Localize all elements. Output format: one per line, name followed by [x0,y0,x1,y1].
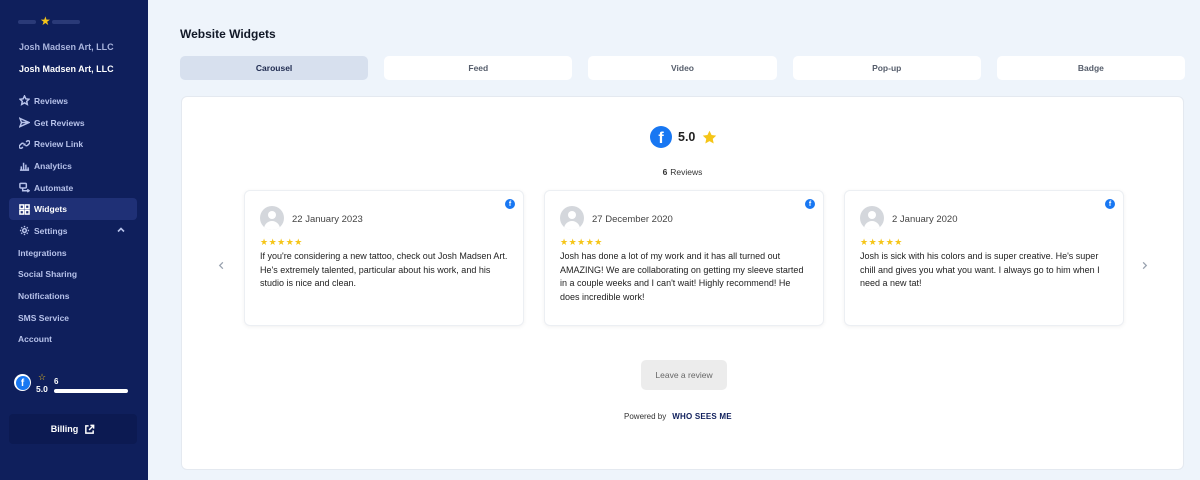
carousel-next-button[interactable] [1140,257,1150,270]
rating-summary: f 5.0 [650,126,718,148]
widgets-icon [18,203,30,215]
brand-logo[interactable]: WHO SEES ME [672,412,732,421]
sidebar-item-label: Reviews [34,95,69,106]
org-name-secondary[interactable]: Josh Madsen Art, LLC [19,42,114,52]
tab-badge[interactable]: Badge [996,56,1186,80]
review-stars: ★★★★★ [560,237,603,247]
facebook-icon: f [805,199,815,209]
sidebar-item-integrations[interactable]: Integrations [9,242,137,264]
powered-by: Powered by WHO SEES ME [624,412,732,421]
send-icon [18,117,30,129]
star-icon [18,95,30,107]
avatar [860,206,884,230]
rating-progress-bar [54,389,128,393]
chevron-up-icon[interactable] [117,226,125,234]
sidebar-item-label: Social Sharing [18,269,78,280]
sidebar-nav: Reviews Get Reviews Review Link Analytic… [9,90,137,350]
automate-icon [18,182,30,194]
tab-feed[interactable]: Feed [384,56,573,80]
rating-score: 5.0 [678,130,696,144]
sidebar-item-account[interactable]: Account [9,329,137,351]
billing-label: Billing [50,424,79,434]
sidebar-item-label: Settings [34,225,68,236]
facebook-icon: f [650,126,672,148]
logo-star-icon: ★ [40,14,51,28]
review-date: 2 January 2020 [892,214,958,225]
widget-preview-panel: f 5.0 6 Reviews 22 January 2023 f ★★★★★ I… [181,96,1184,470]
avatar [560,206,584,230]
widget-type-tabs: Carousel Feed Video Pop-up Badge [180,56,1186,80]
tab-pop-up[interactable]: Pop-up [792,56,981,80]
sidebar-rating-summary: f ☆ 5.0 6 [14,372,134,402]
sidebar-item-label: Review Link [34,139,84,150]
reviews-count: 6 Reviews [182,167,1183,177]
org-name-primary[interactable]: Josh Madsen Art, LLC [19,64,114,74]
review-stars: ★★★★★ [860,237,903,247]
chevron-left-icon [218,261,224,270]
sidebar-item-social-sharing[interactable]: Social Sharing [9,264,137,286]
carousel-prev-button[interactable] [217,257,227,270]
sidebar-item-label: Account [18,334,52,345]
review-text: If you're considering a new tattoo, chec… [260,251,508,288]
review-text: Josh has done a lot of my work and it ha… [560,251,804,302]
tab-video[interactable]: Video [588,56,777,80]
sidebar-item-analytics[interactable]: Analytics [9,155,137,177]
review-card[interactable]: 22 January 2023 f ★★★★★ If you're consid… [244,190,524,326]
facebook-icon: f [505,199,515,209]
sidebar-item-automate[interactable]: Automate [9,177,137,199]
tab-carousel[interactable]: Carousel [180,56,369,80]
sidebar-item-review-link[interactable]: Review Link [9,133,137,155]
star-icon [703,130,717,143]
review-text: Josh is sick with his colors and is supe… [860,251,1100,288]
sidebar-item-settings[interactable]: Settings [9,220,137,242]
sidebar-item-reviews[interactable]: Reviews [9,90,137,112]
bar-chart-icon [18,160,30,172]
sidebar-rating-score: 5.0 [36,384,48,394]
external-link-icon [85,424,95,434]
review-card[interactable]: 27 December 2020 f ★★★★★ Josh has done a… [544,190,824,326]
sidebar-item-label: Analytics [34,160,72,171]
sidebar-item-get-reviews[interactable]: Get Reviews [9,112,137,134]
reviews-count-number: 6 [662,167,668,177]
sidebar-item-label: Automate [34,182,74,193]
avatar [260,206,284,230]
sidebar-item-label: Get Reviews [34,117,85,128]
logo[interactable]: ★ [18,14,82,32]
leave-review-button[interactable]: Leave a review [641,360,727,390]
link-icon [18,138,30,150]
review-stars: ★★★★★ [260,237,303,247]
sidebar-item-label: Integrations [18,247,67,258]
powered-by-label: Powered by [624,412,667,421]
review-card[interactable]: 2 January 2020 f ★★★★★ Josh is sick with… [844,190,1124,326]
review-date: 22 January 2023 [292,214,363,225]
sidebar-item-notifications[interactable]: Notifications [9,285,137,307]
page-title: Website Widgets [180,27,276,41]
sidebar: ★ Josh Madsen Art, LLC Josh Madsen Art, … [0,0,148,480]
review-date: 27 December 2020 [592,214,673,225]
gear-icon [18,225,30,237]
sidebar-rating-count: 6 [54,377,59,386]
sidebar-item-label: Widgets [34,204,67,215]
billing-button[interactable]: Billing [9,414,137,444]
star-outline-icon: ☆ [38,372,47,382]
sidebar-item-label: SMS Service [18,312,70,323]
facebook-icon: f [1105,199,1115,209]
sidebar-item-sms-service[interactable]: SMS Service [9,307,137,329]
sidebar-item-widgets[interactable]: Widgets [9,198,137,221]
sidebar-item-label: Notifications [18,291,70,302]
chevron-right-icon [1142,261,1148,270]
facebook-icon: f [14,374,31,391]
reviews-count-label: Reviews [670,167,703,177]
